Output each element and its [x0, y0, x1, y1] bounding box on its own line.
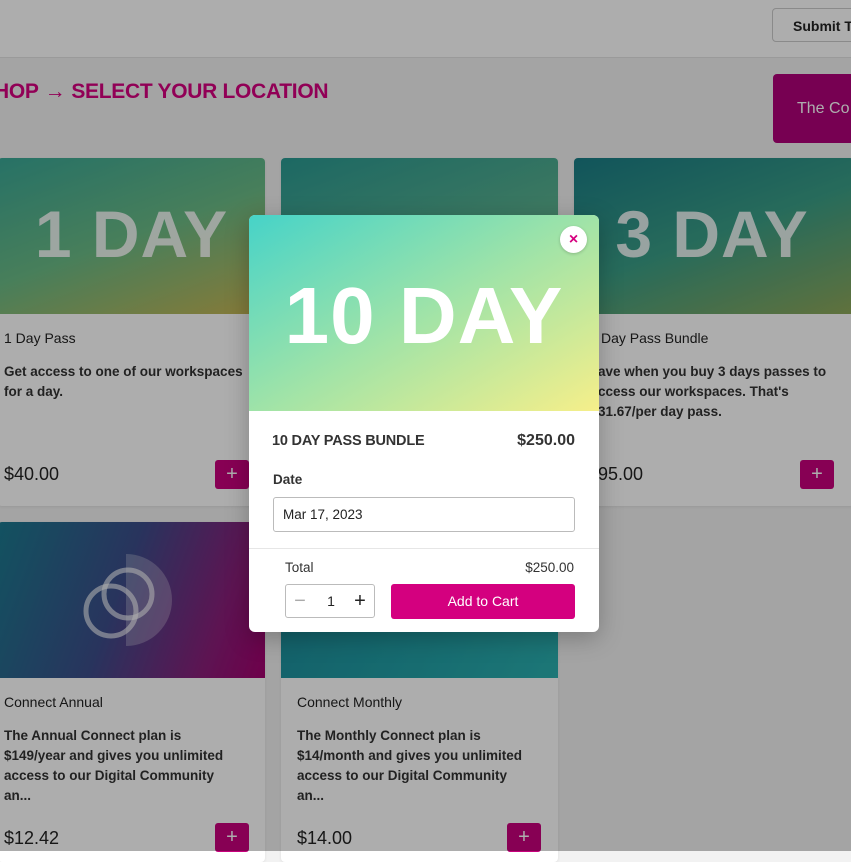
total-value: $250.00 — [525, 560, 574, 575]
modal-product-title: 10 DAY PASS BUNDLE — [272, 433, 425, 449]
total-label: Total — [285, 560, 314, 575]
add-to-cart-button[interactable]: Add to Cart — [391, 584, 575, 619]
modal-banner-text: 10 DAY — [284, 271, 564, 360]
close-icon[interactable]: × — [560, 226, 587, 253]
date-field[interactable]: Mar 17, 2023 — [273, 497, 575, 532]
product-modal: 10 DAY × 10 DAY PASS BUNDLE $250.00 Date… — [249, 215, 599, 632]
quantity-input[interactable]: 1 — [318, 585, 344, 617]
increment-button[interactable]: + — [352, 585, 368, 617]
divider — [249, 548, 599, 549]
modal-product-image: 10 DAY × — [249, 215, 599, 411]
modal-product-price: $250.00 — [517, 432, 575, 449]
quantity-stepper: − 1 + — [285, 584, 375, 618]
date-label: Date — [273, 472, 303, 487]
decrement-button[interactable]: − — [292, 585, 308, 617]
